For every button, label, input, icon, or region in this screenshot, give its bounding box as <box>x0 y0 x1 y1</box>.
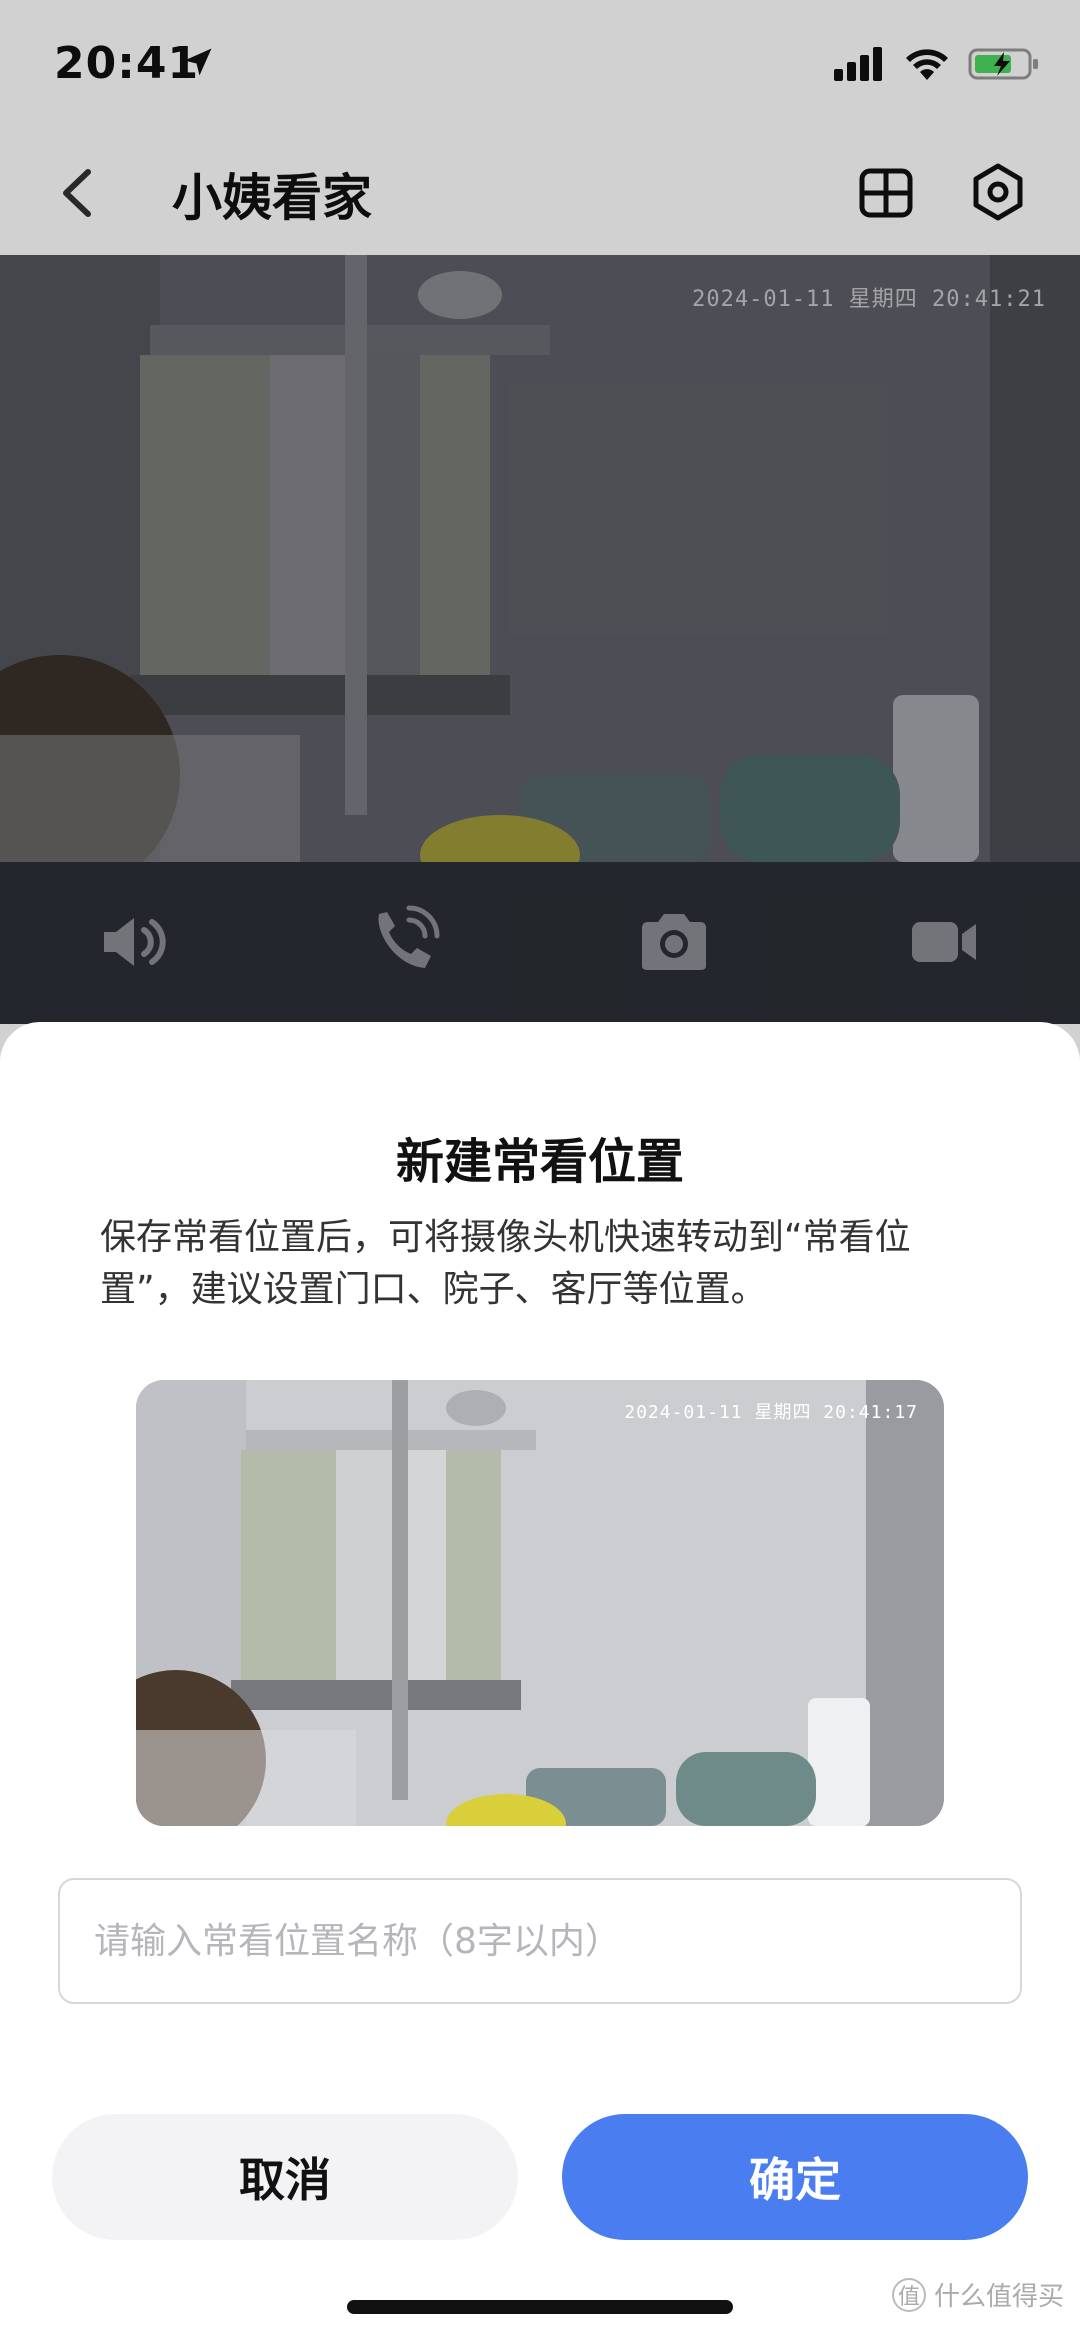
status-time: 20:41 <box>54 38 200 89</box>
video-record-icon[interactable] <box>906 904 982 980</box>
call-icon[interactable] <box>365 904 441 980</box>
watermark-logo: 值 <box>891 2277 926 2312</box>
status-bar: 20:41 <box>0 0 1080 130</box>
sheet-description: 保存常看位置后，可将摄像头机快速转动到“常看位置”，建议设置门口、院子、客厅等位… <box>100 1217 911 1310</box>
confirm-button[interactable]: 确定 <box>562 2114 1028 2240</box>
sheet-title: 新建常看位置 <box>395 1134 684 1190</box>
settings-icon[interactable] <box>968 162 1028 222</box>
location-arrow-icon <box>184 48 212 76</box>
wifi-icon <box>906 49 948 80</box>
status-indicators <box>834 46 1040 82</box>
live-camera-feed[interactable]: 2024-01-11 星期四 20:41:21 <box>0 255 1080 862</box>
watermark-text: 什么值得买 <box>933 2282 1064 2312</box>
home-indicator[interactable] <box>347 2300 733 2314</box>
watermark: 值 什么值得买 <box>891 2276 1064 2313</box>
multi-view-grid-icon[interactable] <box>858 165 914 221</box>
camera-snapshot-icon[interactable] <box>636 904 712 980</box>
cancel-button[interactable]: 取消 <box>52 2114 518 2240</box>
position-name-input[interactable] <box>58 1878 1022 2004</box>
preview-timestamp: 2024-01-11 星期四 20:41:17 <box>624 1402 918 1423</box>
camera-scene <box>0 255 1080 862</box>
camera-control-bar <box>0 862 1080 1024</box>
camera-timestamp: 2024-01-11 星期四 20:41:21 <box>692 287 1046 312</box>
back-arrow-icon[interactable] <box>48 158 108 228</box>
battery-charging-icon <box>968 48 1038 80</box>
speaker-icon[interactable] <box>96 904 172 980</box>
preview-scene <box>136 1380 944 1826</box>
signal-icon <box>834 47 882 81</box>
position-preview-image: 2024-01-11 星期四 20:41:17 <box>136 1380 944 1826</box>
page-title: 小姨看家 <box>172 169 372 227</box>
new-favorite-position-sheet: 新建常看位置 保存常看位置后，可将摄像头机快速转动到“常看位置”，建议设置门口、… <box>0 1022 1080 2339</box>
nav-bar: 小姨看家 <box>0 130 1080 255</box>
